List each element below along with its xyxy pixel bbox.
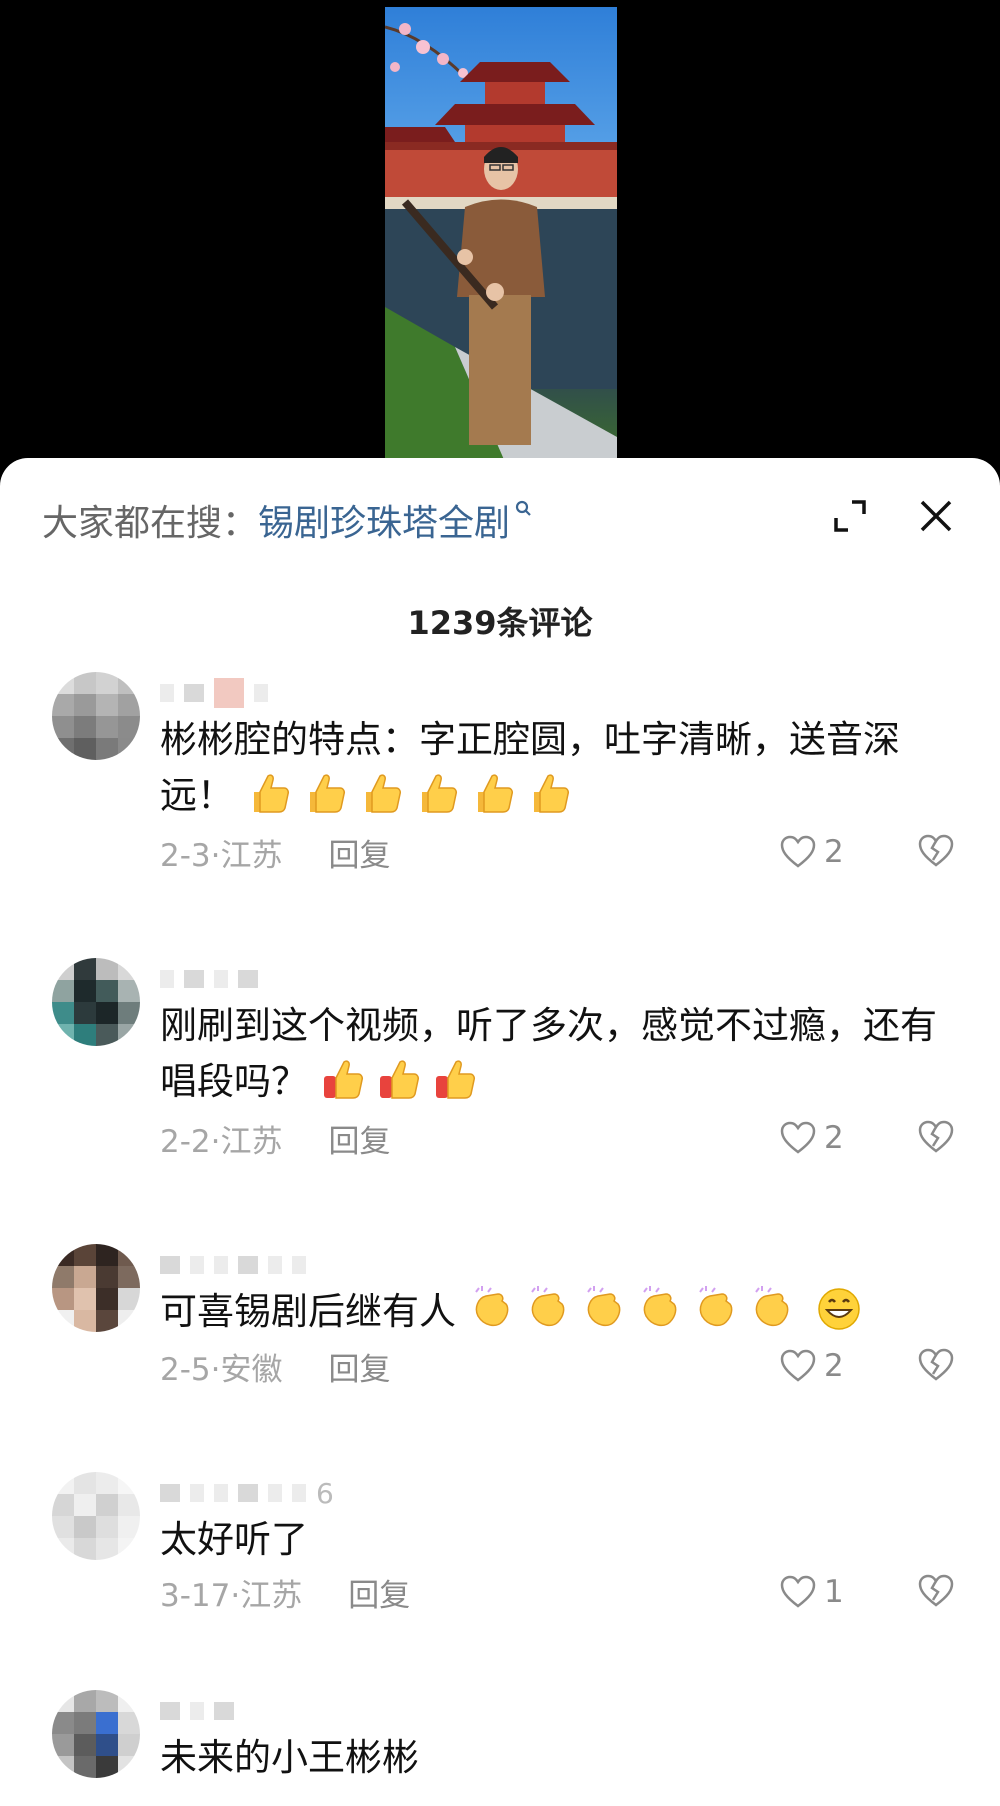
date-location: 2-3·江苏 [160, 837, 283, 874]
heart-icon [780, 1575, 816, 1608]
heart-icon [780, 1121, 816, 1154]
thumbs-up-icon [358, 770, 404, 816]
clapping-hands-icon [636, 1286, 682, 1332]
comment-text: 未来的小王彬彬 [160, 1730, 950, 1786]
username-blurred[interactable] [160, 962, 258, 996]
avatar[interactable] [52, 1472, 140, 1560]
date-location: 2-2·江苏 [160, 1123, 283, 1160]
username-blurred[interactable] [160, 1248, 306, 1282]
comment-meta: 2-3·江苏 回复 [160, 830, 391, 875]
like-count: 1 [824, 1574, 844, 1610]
avatar[interactable] [52, 672, 140, 760]
thumbs-up-icon [414, 770, 460, 816]
comment-meta: 2-5·安徽 回复 [160, 1344, 391, 1389]
thumbs-up-icon [470, 770, 516, 816]
like-count: 2 [824, 834, 844, 870]
comment-body: 可喜锡剧后继有人 [160, 1290, 456, 1333]
search-icon [514, 497, 532, 527]
comment-body: 未来的小王彬彬 [160, 1736, 419, 1779]
clapping-hands-icon [748, 1286, 794, 1332]
date-location: 3-17·江苏 [160, 1577, 303, 1614]
broken-heart-icon[interactable] [918, 1348, 954, 1384]
username-blurred[interactable] [160, 676, 268, 710]
username-fragment: 6 [316, 1476, 334, 1510]
username-blurred[interactable] [160, 1694, 234, 1728]
reply-button[interactable]: 回复 [329, 1116, 391, 1161]
avatar[interactable] [52, 958, 140, 1046]
reply-button[interactable]: 回复 [329, 830, 391, 875]
expand-icon[interactable] [832, 498, 868, 534]
comment-text: 刚刷到这个视频，听了多次，感觉不过瘾，还有唱段吗？ [160, 998, 950, 1110]
emoji-row [246, 774, 582, 817]
clapping-hands-icon [692, 1286, 738, 1332]
comment-meta: 3-17·江苏 回复 [160, 1570, 410, 1615]
heart-icon [780, 835, 816, 868]
video-player[interactable] [0, 0, 1000, 470]
like-button[interactable]: 2 [780, 832, 844, 872]
thumbs-up-icon [302, 770, 348, 816]
username-blurred[interactable]: 6 [160, 1476, 334, 1510]
like-count: 2 [824, 1348, 844, 1384]
comment-body: 刚刷到这个视频，听了多次，感觉不过瘾，还有唱段吗？ [160, 1004, 937, 1103]
close-icon[interactable] [918, 498, 954, 534]
like-count: 2 [824, 1120, 844, 1156]
like-button[interactable]: 2 [780, 1118, 844, 1158]
avatar[interactable] [52, 1244, 140, 1332]
broken-heart-icon[interactable] [918, 1120, 954, 1156]
emoji-row [468, 1286, 804, 1333]
comment-body: 太好听了 [160, 1518, 308, 1561]
like-button[interactable]: 1 [780, 1572, 844, 1612]
video-thumbnail[interactable] [385, 7, 617, 462]
thumbs-up-icon [246, 770, 292, 816]
avatar[interactable] [52, 1690, 140, 1778]
reply-button[interactable]: 回复 [329, 1344, 391, 1389]
comment-text: 太好听了 [160, 1512, 950, 1568]
comment-text: 彬彬腔的特点：字正腔圆，吐字清晰，送音深远！ [160, 712, 950, 824]
comment-text: 可喜锡剧后继有人 [160, 1284, 950, 1340]
emoji-row [320, 1060, 488, 1103]
thumbs-up-icon [432, 1056, 478, 1102]
clapping-hands-icon [580, 1286, 626, 1332]
broken-heart-icon[interactable] [918, 1574, 954, 1610]
like-button[interactable]: 2 [780, 1346, 844, 1386]
search-suggestion[interactable]: 大家都在搜： 锡剧珍珠塔全剧 [42, 492, 532, 548]
reply-button[interactable]: 回复 [348, 1570, 410, 1615]
date-location: 2-5·安徽 [160, 1351, 283, 1388]
comments-sheet: 大家都在搜： 锡剧珍珠塔全剧 1239条评论 彬彬腔的特点：字正腔圆，吐字清晰，… [0, 458, 1000, 1806]
clapping-hands-icon [468, 1286, 514, 1332]
heart-icon [780, 1349, 816, 1382]
search-suggestion-prefix: 大家都在搜： [42, 503, 259, 544]
clapping-hands-icon [524, 1286, 570, 1332]
thumbs-up-icon [320, 1056, 366, 1102]
comment-meta: 2-2·江苏 回复 [160, 1116, 391, 1161]
broken-heart-icon[interactable] [918, 834, 954, 870]
thumbs-up-icon [376, 1056, 422, 1102]
grinning-face-icon [816, 1286, 862, 1332]
thumbs-up-icon [526, 770, 572, 816]
comment-count: 1239条评论 [407, 604, 593, 642]
search-suggestion-term[interactable]: 锡剧珍珠塔全剧 [258, 494, 510, 546]
